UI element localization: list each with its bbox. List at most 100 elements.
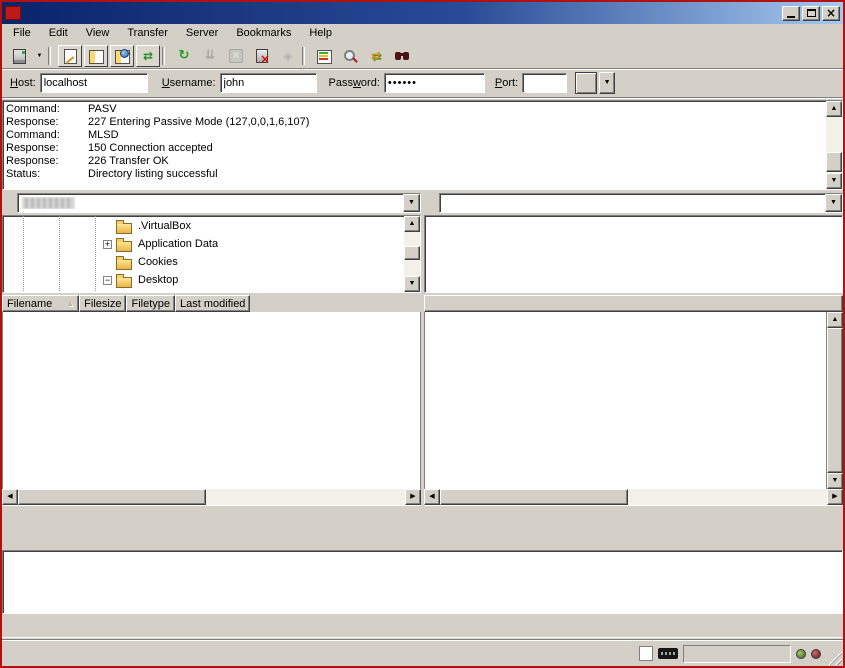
remote-selection-status — [424, 505, 843, 526]
scroll-up-icon[interactable]: ▲ — [826, 101, 842, 117]
remote-site-combobox[interactable]: ▼ — [439, 193, 843, 213]
toolbar-button[interactable] — [302, 45, 310, 67]
menu-bar: FileEditViewTransferServerBookmarksHelp — [2, 24, 843, 43]
scroll-right-icon[interactable]: ▶ — [405, 489, 421, 505]
scroll-up-icon[interactable]: ▲ — [404, 216, 420, 232]
toolbar-button[interactable] — [162, 45, 170, 67]
scrollbar-thumb[interactable] — [826, 152, 842, 172]
toggle-message-log-icon — [62, 48, 78, 64]
menu-item[interactable]: File — [4, 25, 40, 41]
synchronized-browsing-button[interactable] — [364, 45, 388, 67]
scrollbar-thumb[interactable] — [18, 489, 206, 505]
tree-item[interactable]: .VirtualBox — [3, 217, 404, 235]
log-line: Command: PASV — [6, 103, 826, 116]
log-scrollbar[interactable]: ▲ ▼ — [826, 101, 842, 189]
sort-asc-icon: ▲ — [66, 299, 74, 308]
menu-item[interactable]: View — [77, 25, 119, 41]
scroll-up-icon[interactable]: ▲ — [827, 312, 843, 328]
password-input[interactable] — [384, 73, 485, 93]
local-list-header: Filename▲Filesize▲Filetype▲Last modified… — [2, 295, 421, 312]
local-hscrollbar[interactable]: ◀ ▶ — [2, 489, 421, 505]
scrollbar-thumb[interactable] — [827, 328, 843, 473]
field-label: Port: — [495, 77, 518, 89]
remote-site-label — [424, 200, 436, 206]
field-label: Host: — [10, 77, 36, 89]
menu-item[interactable]: Edit — [40, 25, 77, 41]
scroll-down-icon[interactable]: ▼ — [826, 173, 842, 189]
folder-icon — [116, 255, 132, 269]
tree-item[interactable]: Cookies — [3, 253, 404, 271]
column-header[interactable]: Filetype▲ — [126, 295, 175, 312]
toggle-transfer-queue-button[interactable] — [136, 45, 160, 67]
scrollbar-thumb[interactable] — [404, 246, 420, 260]
status-bar — [2, 640, 843, 666]
scroll-left-icon[interactable]: ◀ — [424, 489, 440, 505]
recv-activity-led-icon — [796, 649, 806, 659]
filename-filters-button[interactable] — [338, 45, 362, 67]
quickconnect-button[interactable] — [575, 72, 597, 94]
port-input[interactable] — [522, 73, 567, 93]
message-log: Command: PASV Response: 227 Entering Pas… — [2, 100, 843, 190]
menu-item[interactable]: Server — [177, 25, 227, 41]
username-input[interactable] — [220, 73, 317, 93]
local-directory-tree: .VirtualBox + Application Data Cookies − — [3, 216, 404, 292]
maximize-button[interactable] — [802, 6, 820, 21]
datatype-indicator-icon — [639, 646, 653, 661]
minimize-button[interactable] — [782, 6, 800, 21]
process-queue-button — [198, 45, 222, 67]
directory-comparison-button[interactable] — [312, 45, 336, 67]
toggle-remote-tree-button[interactable] — [110, 45, 134, 67]
refresh-icon — [176, 48, 192, 64]
tree-item[interactable]: + Application Data — [3, 235, 404, 253]
close-icon: × — [826, 7, 836, 19]
remote-hscrollbar[interactable]: ◀ ▶ — [424, 489, 843, 505]
menu-item[interactable]: Help — [300, 25, 341, 41]
host-input[interactable] — [40, 73, 148, 93]
queue-splitter[interactable] — [2, 526, 843, 533]
column-header[interactable]: Filesize▲ — [79, 295, 126, 312]
expand-icon[interactable]: + — [103, 240, 112, 249]
queue-status — [683, 645, 791, 663]
remote-vscrollbar[interactable]: ▲ ▼ — [827, 312, 843, 489]
site-manager-dropdown-button[interactable] — [33, 45, 46, 67]
remote-panel: ▼ ▲ ▼ — [424, 192, 843, 526]
combo-dropdown-button[interactable]: ▼ — [825, 194, 842, 212]
scroll-right-icon[interactable]: ▶ — [827, 489, 843, 505]
synchronized-browsing-icon — [368, 48, 384, 64]
find-files-button[interactable] — [390, 45, 414, 67]
remote-file-list — [424, 312, 827, 489]
log-line: Response: 150 Connection accepted — [6, 142, 826, 155]
resize-grip[interactable] — [828, 651, 842, 665]
remote-directory-tree — [425, 216, 842, 292]
scroll-down-icon[interactable]: ▼ — [827, 473, 843, 489]
queue-list — [2, 550, 843, 614]
quickconnect-dropdown-button[interactable]: ▼ — [599, 72, 615, 94]
reconnect-button — [276, 45, 300, 67]
menu-item[interactable]: Transfer — [118, 25, 177, 41]
tree-item[interactable]: − Desktop — [3, 271, 404, 289]
chevron-down-icon: ▼ — [604, 79, 611, 86]
scroll-down-icon[interactable]: ▼ — [404, 276, 420, 292]
local-site-combobox[interactable]: ▼ — [17, 193, 421, 213]
find-files-icon — [394, 48, 410, 64]
menu-item[interactable]: Bookmarks — [227, 25, 300, 41]
local-tree-scrollbar[interactable]: ▲ ▼ — [404, 216, 420, 292]
title-bar[interactable]: × — [2, 2, 843, 24]
scrollbar-thumb[interactable] — [440, 489, 628, 505]
toggle-message-log-button[interactable] — [58, 45, 82, 67]
disconnect-button[interactable] — [250, 45, 274, 67]
toggle-local-tree-button[interactable] — [84, 45, 108, 67]
toolbar-button[interactable] — [48, 45, 56, 67]
chevron-down-icon: ▼ — [830, 199, 837, 206]
column-header[interactable]: Filename▲ — [2, 295, 79, 312]
scroll-left-icon[interactable]: ◀ — [2, 489, 18, 505]
combo-dropdown-button[interactable]: ▼ — [403, 194, 420, 212]
collapse-icon[interactable]: − — [103, 276, 112, 285]
column-header[interactable]: Last modified▲ — [175, 295, 250, 312]
site-manager-button[interactable] — [7, 45, 31, 67]
refresh-button[interactable] — [172, 45, 196, 67]
toggle-remote-tree-icon — [114, 48, 130, 64]
log-line: Response: 227 Entering Passive Mode (127… — [6, 116, 826, 129]
field-label: Password: — [329, 77, 380, 89]
close-button[interactable]: × — [822, 6, 840, 21]
